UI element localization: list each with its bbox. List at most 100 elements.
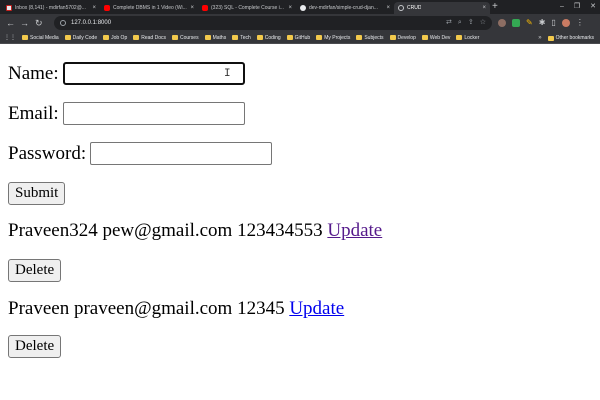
github-icon — [300, 5, 306, 11]
folder-icon — [316, 35, 323, 40]
submit-button[interactable]: Submit — [8, 182, 66, 205]
youtube-icon — [104, 5, 110, 11]
chevron-right-icon[interactable]: » — [538, 35, 541, 41]
folder-icon — [286, 35, 293, 40]
bookmark-label: Locker — [464, 34, 480, 41]
bookmark-label: My Projects — [324, 34, 351, 41]
close-icon[interactable]: × — [190, 5, 194, 11]
globe-icon — [398, 5, 404, 11]
bookmark-label: Maths — [212, 34, 227, 41]
apps-icon[interactable]: ⋮⋮ — [4, 34, 16, 41]
tab-github[interactable]: dev-mdirfan/simple-crud-djan... × — [296, 2, 394, 14]
pencil-icon[interactable]: ✎ — [526, 19, 533, 27]
bookmark-folder[interactable]: Subjects — [356, 34, 384, 41]
bookmark-folder[interactable]: My Projects — [316, 35, 350, 41]
bookmark-label: Coding — [264, 34, 281, 41]
reload-icon[interactable]: ↻ — [35, 17, 43, 29]
folder-icon — [64, 35, 71, 40]
bookmark-folder[interactable]: Courses — [171, 34, 199, 41]
folder-icon — [103, 35, 110, 40]
bookmark-folder[interactable]: Locker — [456, 35, 479, 41]
share-icon[interactable]: ⇪ — [468, 17, 474, 29]
name-input[interactable]: I — [62, 62, 245, 85]
minimize-icon[interactable]: – — [560, 1, 564, 13]
folder-icon — [356, 35, 363, 40]
browser-toolbar: ← → ↻ 127.0.0.1:8000 ⇄ ⌕ ⇪ ☆ ✎ ✱ ▯ ⋮ — [0, 14, 600, 32]
folder-icon — [133, 35, 140, 40]
record-name: Praveen324 — [8, 220, 98, 241]
close-icon[interactable]: × — [386, 5, 390, 11]
folder-icon — [421, 35, 428, 40]
bookmark-folder[interactable]: Social Media — [22, 35, 59, 41]
info-icon[interactable] — [60, 20, 66, 26]
avatar[interactable] — [561, 19, 570, 27]
bookmark-folder[interactable]: Maths — [204, 34, 227, 41]
zoom-icon[interactable]: ⌕ — [458, 17, 462, 29]
folder-icon — [171, 35, 178, 40]
extension-icon[interactable] — [498, 19, 506, 27]
folder-icon — [256, 35, 263, 40]
delete-button[interactable]: Delete — [8, 259, 62, 282]
translate-icon[interactable]: ⇄ — [446, 17, 452, 29]
bookmark-folder[interactable]: Read Docs — [133, 35, 166, 41]
bookmark-label: Subjects — [364, 34, 384, 41]
bookmark-folder[interactable]: Develop — [389, 35, 416, 41]
tab-title: (323) SQL - Complete Course i... — [211, 5, 284, 11]
close-icon[interactable]: × — [92, 5, 96, 11]
bookmark-folder[interactable]: GitHub — [286, 34, 311, 41]
email-input[interactable] — [62, 102, 245, 125]
update-link[interactable]: Update — [289, 298, 344, 319]
update-link[interactable]: Update — [327, 220, 382, 241]
close-icon[interactable]: × — [482, 5, 486, 11]
back-icon[interactable]: ← — [6, 17, 15, 29]
record-phone: 12345 — [237, 298, 285, 319]
sidepanel-icon[interactable]: ▯ — [551, 19, 555, 27]
forward-icon[interactable]: → — [20, 17, 29, 29]
password-label: Password: — [8, 142, 87, 164]
tab-youtube-dbms[interactable]: Complete DBMS in 1 Video (Wi... × — [100, 2, 198, 14]
tab-title: Complete DBMS in 1 Video (Wi... — [113, 5, 187, 11]
folder-icon — [389, 35, 396, 40]
address-bar[interactable]: 127.0.0.1:8000 ⇄ ⌕ ⇪ ☆ — [54, 16, 492, 30]
maximize-icon[interactable]: ❐ — [574, 1, 580, 13]
bookmark-label: Tech — [240, 34, 251, 41]
tab-crud[interactable]: CRUD × — [394, 2, 490, 14]
new-tab-button[interactable]: + — [492, 1, 498, 13]
password-input[interactable] — [90, 142, 273, 165]
extensions: ✎ ✱ ▯ ⋮ — [498, 16, 584, 30]
extension-icon[interactable] — [512, 19, 520, 27]
bookmark-folder[interactable]: Job Op — [103, 35, 127, 41]
bookmark-label: GitHub — [294, 34, 311, 41]
bookmark-folder[interactable]: Tech — [232, 35, 251, 41]
tab-youtube-sql[interactable]: (323) SQL - Complete Course i... × — [198, 2, 296, 14]
record-email: pew@gmail.com — [102, 220, 233, 241]
tab-gmail[interactable]: Inbox (8,141) - mdirfan5702@... × — [2, 2, 100, 14]
name-row: Name: I — [8, 62, 245, 85]
bookmark-label: Courses — [179, 34, 199, 41]
url-text: 127.0.0.1:8000 — [71, 20, 112, 26]
menu-icon[interactable]: ⋮ — [576, 19, 584, 27]
close-window-icon[interactable]: ✕ — [590, 1, 596, 13]
record-phone: 123434553 — [237, 220, 323, 241]
bookmark-folder[interactable]: Daily Code — [64, 35, 97, 41]
bookmark-folder[interactable]: Coding — [256, 34, 281, 41]
tab-title: CRUD — [407, 5, 422, 11]
bookmark-folder[interactable]: Web Dev — [421, 35, 450, 41]
tab-title: Inbox (8,141) - mdirfan5702@... — [15, 5, 86, 11]
record-name: Praveen — [8, 298, 70, 319]
bookmarks-bar: ⋮⋮ Social Media Daily Code Job Op Read D… — [0, 32, 600, 44]
bookmark-label: Read Docs — [141, 34, 166, 41]
bookmark-star-icon[interactable]: ☆ — [480, 17, 486, 29]
record-item: Praveen324 pew@gmail.com 123434553 Updat… — [8, 220, 382, 242]
folder-icon — [204, 35, 211, 40]
bookmark-label: Social Media — [30, 34, 59, 41]
record-email: praveen@gmail.com — [73, 298, 233, 319]
tab-title: dev-mdirfan/simple-crud-djan... — [309, 5, 378, 11]
other-bookmarks[interactable]: Other bookmarks — [547, 35, 594, 41]
folder-icon — [22, 35, 28, 40]
puzzle-icon[interactable]: ✱ — [539, 19, 546, 27]
close-icon[interactable]: × — [288, 5, 292, 11]
page-content: Name: I Email: Password: Submit Praveen3… — [0, 45, 600, 400]
delete-button[interactable]: Delete — [8, 335, 62, 358]
record-item: Praveen praveen@gmail.com 12345 Update — [8, 298, 344, 320]
